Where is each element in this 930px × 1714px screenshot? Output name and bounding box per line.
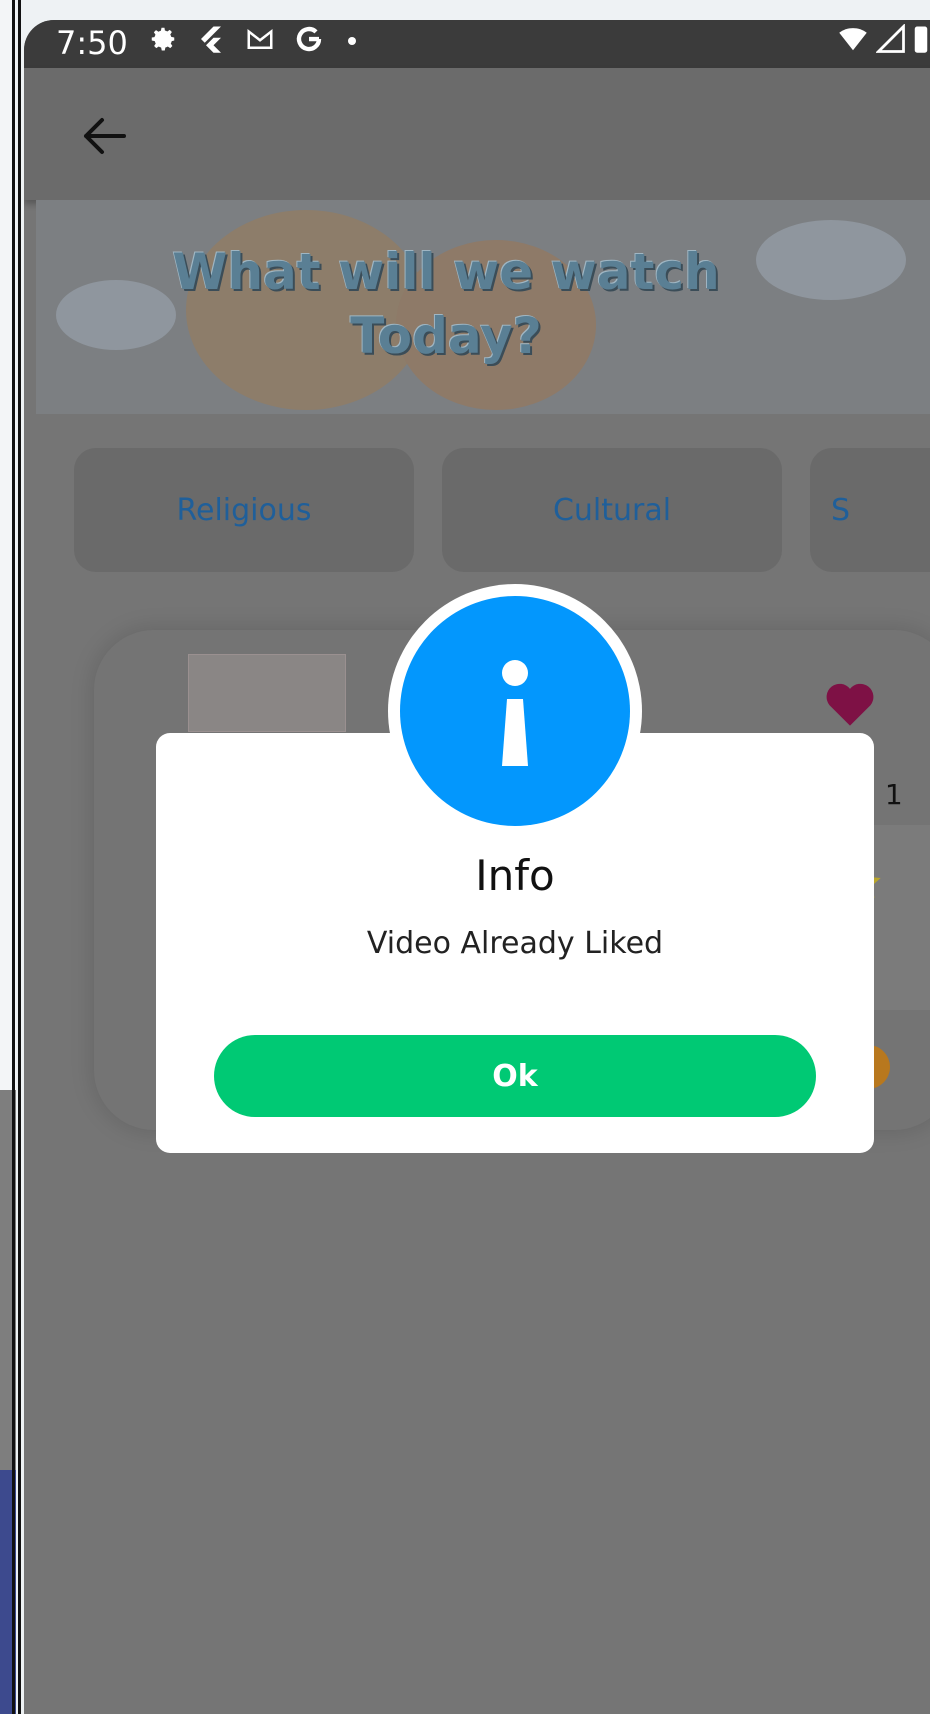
status-icons-left	[148, 24, 362, 54]
category-chip-partial[interactable]: S	[810, 448, 930, 572]
dot-icon	[348, 37, 356, 45]
wifi-icon	[839, 28, 867, 51]
ok-button[interactable]: Ok	[214, 1035, 816, 1117]
category-chip-religious[interactable]: Religious	[74, 448, 414, 572]
frame-border	[12, 0, 15, 1714]
dialog-title: Info	[475, 851, 555, 900]
banner: What will we watch Today?	[36, 200, 930, 414]
battery-icon	[914, 26, 928, 53]
gear-icon	[151, 27, 175, 51]
flutter-icon	[201, 26, 221, 53]
heart-icon[interactable]	[824, 680, 876, 728]
video-thumbnail[interactable]	[188, 654, 346, 732]
status-bar: 7:50	[24, 20, 930, 68]
google-icon	[296, 26, 322, 52]
signal-icon	[876, 24, 905, 53]
banner-title-line: Today?	[350, 307, 542, 365]
status-time: 7:50	[56, 24, 128, 62]
banner-title-line: What will we watch	[172, 243, 720, 301]
info-icon	[502, 660, 528, 766]
category-label: S	[830, 492, 850, 528]
category-label: Cultural	[552, 492, 672, 528]
info-circle	[400, 596, 630, 826]
phone-screen: 7:50 What will we watch Today? Religious…	[24, 20, 930, 1714]
status-icons-right	[836, 24, 930, 54]
gmail-icon	[247, 28, 273, 49]
category-label: Religious	[176, 492, 312, 528]
dialog-message: Video Already Liked	[366, 926, 664, 961]
app-bar	[24, 68, 930, 200]
banner-title: What will we watch Today?	[36, 240, 856, 368]
back-arrow-icon[interactable]	[82, 116, 126, 156]
info-badge	[388, 584, 642, 838]
category-chip-cultural[interactable]: Cultural	[442, 448, 782, 572]
frame-border	[18, 0, 21, 1714]
